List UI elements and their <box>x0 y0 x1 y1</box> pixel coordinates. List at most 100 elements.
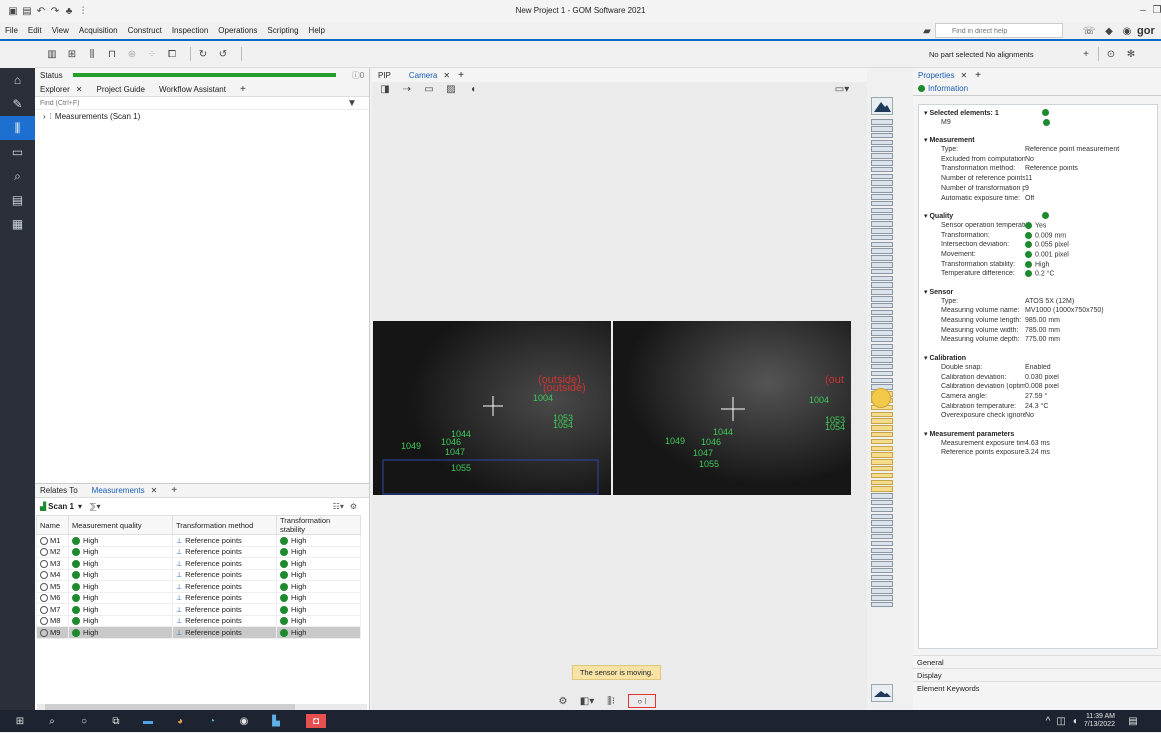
exposure-icon[interactable]: ▨ <box>444 82 458 96</box>
table-row[interactable]: M2 High ⊥ Reference points High <box>36 545 361 558</box>
camera-select-icon[interactable]: ◨ <box>378 82 392 96</box>
add-tab-button[interactable]: + <box>975 70 981 81</box>
tree-item-measurements[interactable]: › ⁞ Measurements (Scan 1) <box>35 110 369 122</box>
scan-selector[interactable]: Scan 1 <box>48 502 74 511</box>
projector-icon[interactable]: ▭ <box>0 140 35 164</box>
monitor-icon[interactable]: ▭ <box>422 82 436 96</box>
layout-icon[interactable]: ⫶ <box>76 4 90 18</box>
widgets-icon[interactable]: ⧉ <box>106 714 126 728</box>
col-quality[interactable]: Measurement quality <box>68 515 173 535</box>
settings-icon[interactable]: ⚙ <box>556 694 570 708</box>
col-stability[interactable]: Transformation stability <box>276 515 361 535</box>
table-icon[interactable]: ▦ <box>0 212 35 236</box>
filter-icon[interactable]: ▼ <box>345 96 359 110</box>
edge-icon[interactable]: ◔ <box>202 714 222 728</box>
camera-mode-icon[interactable]: ◧▾ <box>580 694 594 708</box>
tab-relates-to[interactable]: Relates To <box>40 486 78 495</box>
scale-top-button[interactable] <box>871 97 893 115</box>
property-group-header[interactable]: ▾ Measurement parameters <box>919 430 1157 440</box>
table-row[interactable]: M9 High ⊥ Reference points High <box>36 626 361 639</box>
tab-explorer[interactable]: Explorer ✕ <box>40 85 83 94</box>
col-name[interactable]: Name <box>36 515 69 535</box>
table-row[interactable]: M7 High ⊥ Reference points High <box>36 603 361 616</box>
chevron-down-icon[interactable]: ▾ <box>78 502 82 511</box>
grid-icon[interactable]: ⫼ <box>85 47 99 61</box>
table-row[interactable]: M1 High ⊥ Reference points High <box>36 534 361 547</box>
table-row[interactable]: M4 High ⊥ Reference points High <box>36 568 361 581</box>
menu-acquisition[interactable]: Acquisition <box>78 26 119 35</box>
menu-edit[interactable]: Edit <box>27 26 43 35</box>
tab-camera[interactable]: Camera ✕ <box>409 71 450 80</box>
tab-pip[interactable]: PIP <box>378 71 391 80</box>
feedback-icon[interactable]: ☏ <box>1082 24 1096 38</box>
table-row[interactable]: M6 High ⊥ Reference points High <box>36 591 361 604</box>
col-method[interactable]: Transformation method <box>172 515 277 535</box>
menu-inspection[interactable]: Inspection <box>171 26 209 35</box>
table-row[interactable]: M3 High ⊥ Reference points High <box>36 557 361 570</box>
undo-icon[interactable]: ↶ <box>34 4 48 18</box>
gom-app-icon[interactable]: ◘ <box>306 714 326 728</box>
expand-arrow-icon[interactable]: › <box>43 112 46 121</box>
menu-operations[interactable]: Operations <box>217 26 258 35</box>
frame-icon[interactable]: ⧠ <box>165 47 179 61</box>
menu-help[interactable]: Help <box>308 26 326 35</box>
selected-elements-header[interactable]: ▾ Selected elements: 1 <box>919 109 1157 119</box>
search-icon[interactable]: ⌕ <box>42 714 62 728</box>
columns-icon[interactable]: ☷▾ <box>333 502 344 511</box>
property-group-header[interactable]: ▾ Quality <box>919 212 1157 222</box>
bars-icon[interactable]: ⫼⁝ <box>604 694 618 708</box>
minimize-icon[interactable]: – <box>1136 3 1150 17</box>
refresh-icon[interactable]: ↻ <box>196 47 210 61</box>
sound-icon[interactable]: ◖ <box>466 82 480 96</box>
app-icon[interactable]: ▙ <box>266 714 286 728</box>
volume-icon[interactable]: ◖ <box>1072 714 1078 728</box>
home-icon[interactable]: ⌂ <box>0 68 35 92</box>
tile-icon[interactable]: ⊞ <box>65 47 79 61</box>
tab-workflow-assistant[interactable]: Workflow Assistant <box>159 85 226 94</box>
app-icon[interactable]: ◕ <box>170 714 190 728</box>
tab-project-guide[interactable]: Project Guide <box>97 85 145 94</box>
add-icon[interactable]: + <box>1079 47 1093 61</box>
menu-scripting[interactable]: Scripting <box>266 26 299 35</box>
wrench-icon[interactable]: ✎ <box>0 92 35 116</box>
distance-indicator[interactable] <box>871 388 891 408</box>
camera-image-left[interactable]: (outside) (outside) 1004 1053 1054 1044 … <box>373 321 611 495</box>
property-group-header[interactable]: ▾ Sensor <box>919 288 1157 298</box>
redo-icon[interactable]: ↷ <box>48 4 62 18</box>
info-label[interactable]: Information <box>928 84 968 93</box>
table-row[interactable]: M5 High ⊥ Reference points High <box>36 580 361 593</box>
add-tab-button[interactable]: + <box>458 70 464 81</box>
save-icon[interactable]: ▤ <box>20 4 34 18</box>
file-explorer-icon[interactable]: ▬ <box>138 714 158 728</box>
network-icon[interactable]: ◫ <box>1056 714 1065 728</box>
rotate-icon[interactable]: ↺ <box>216 47 230 61</box>
grayed-icon[interactable]: ⊛ <box>125 47 139 61</box>
app-icon[interactable]: ◉ <box>234 714 254 728</box>
tray-chevron-icon[interactable]: ^ <box>1046 714 1051 728</box>
property-group-header[interactable]: ▾ Calibration <box>919 354 1157 364</box>
section-display[interactable]: Display <box>913 668 1161 681</box>
scale-bottom-button[interactable] <box>871 684 893 702</box>
app-icon[interactable]: ▣ <box>6 4 20 18</box>
user-icon[interactable]: ◉ <box>1120 24 1134 38</box>
menu-construct[interactable]: Construct <box>127 26 163 35</box>
section-general[interactable]: General <box>913 655 1161 668</box>
cap-icon[interactable]: ◆ <box>1102 24 1116 38</box>
tab-measurements[interactable]: Measurements ✕ <box>92 486 158 495</box>
tab-properties[interactable]: Properties ✕ <box>918 71 967 80</box>
windows-start-icon[interactable]: ⊞ <box>10 714 30 728</box>
crosshair-icon[interactable]: ⇢ <box>400 82 414 96</box>
clock[interactable]: 11:39 AM 7/13/2022 <box>1084 713 1115 729</box>
camera-image-right[interactable]: (out 1004 1053 1054 1044 1046 1049 1047 … <box>613 321 851 495</box>
restore-icon[interactable]: ❐ <box>1150 3 1161 17</box>
sensor-icon[interactable]: ♣ <box>62 4 76 18</box>
panel-toggle-icon[interactable]: ▥ <box>45 47 59 61</box>
report-icon[interactable]: ▤ <box>0 188 35 212</box>
find-input[interactable] <box>35 97 345 109</box>
split-icon[interactable]: ⊓ <box>105 47 119 61</box>
sun-icon[interactable]: ✻ <box>1124 47 1138 61</box>
menu-file[interactable]: File <box>4 26 19 35</box>
menu-view[interactable]: View <box>51 26 70 35</box>
add-tab-button[interactable]: + <box>171 485 177 496</box>
target-icon[interactable]: ⊙ <box>1104 47 1118 61</box>
